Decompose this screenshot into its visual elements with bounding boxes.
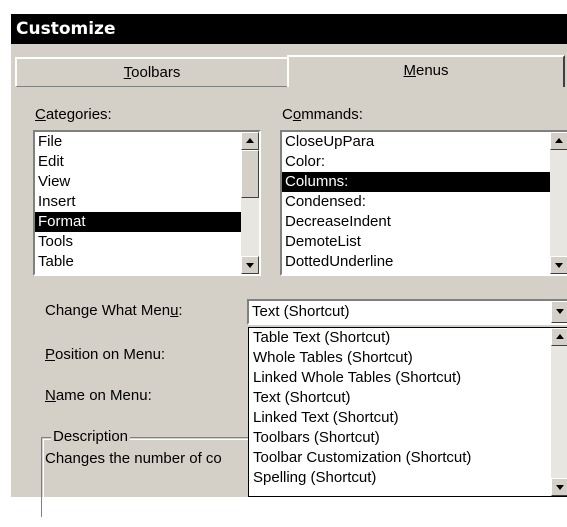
change-menu-combo[interactable]: Text (Shortcut)	[247, 299, 567, 325]
categories-scrollbar[interactable]	[241, 132, 259, 274]
scroll-thumb[interactable]	[241, 150, 259, 198]
arrow-up-icon	[556, 334, 564, 339]
categories-label: Categories:	[35, 106, 112, 123]
list-item[interactable]: File	[35, 132, 259, 152]
categories-listbox[interactable]: File Edit View Insert Format Tools Table	[33, 130, 261, 276]
arrow-up-icon	[246, 138, 254, 143]
scroll-down-button[interactable]	[241, 256, 259, 274]
tab-toolbars-label-rest: oolbars	[131, 64, 181, 81]
dropdown-scrollbar[interactable]	[551, 328, 567, 496]
arrow-down-icon	[556, 485, 564, 490]
description-title: Description	[51, 428, 131, 445]
dropdown-option[interactable]: Linked Whole Tables (Shortcut)	[249, 368, 567, 388]
tab-menus-label-rest: enus	[415, 62, 449, 79]
dropdown-option[interactable]: Whole Tables (Shortcut)	[249, 348, 567, 368]
list-item[interactable]: Tools	[35, 232, 259, 252]
scroll-up-button[interactable]	[550, 132, 567, 150]
arrow-down-icon	[246, 263, 254, 268]
list-item[interactable]: Table	[35, 252, 259, 272]
list-item[interactable]: DemoteList	[282, 232, 567, 252]
dropdown-option[interactable]: Toolbars (Shortcut)	[249, 428, 567, 448]
list-item[interactable]: Color:	[282, 152, 567, 172]
change-menu-value: Text (Shortcut)	[252, 303, 350, 320]
arrow-down-icon	[555, 263, 563, 268]
scroll-up-button[interactable]	[551, 328, 567, 346]
name-menu-label: Name on Menu:	[45, 387, 152, 404]
list-item[interactable]: Format	[35, 212, 259, 232]
tab-toolbars[interactable]: Toolbars	[15, 57, 287, 87]
commands-label: Commands:	[282, 106, 363, 123]
dropdown-option[interactable]: Table Text (Shortcut)	[249, 328, 567, 348]
tab-menus-accel: M	[403, 62, 416, 79]
list-item[interactable]: Insert	[35, 192, 259, 212]
scroll-up-button[interactable]	[241, 132, 259, 150]
description-groupbox	[41, 437, 271, 527]
list-item[interactable]: Edit	[35, 152, 259, 172]
chevron-down-icon	[556, 309, 564, 314]
description-text: Changes the number of co	[45, 450, 222, 467]
dropdown-option[interactable]: Spelling (Shortcut)	[249, 468, 567, 488]
customize-dialog: Toolbars Menus Categories: File Edit View I…	[11, 44, 567, 527]
window-title: Customize	[11, 14, 567, 44]
change-menu-dropdown[interactable]: Table Text (Shortcut) Whole Tables (Short…	[248, 327, 567, 497]
list-item[interactable]: Columns:	[282, 172, 567, 192]
dropdown-option[interactable]: Linked Text (Shortcut)	[249, 408, 567, 428]
list-item[interactable]: CloseUpPara	[282, 132, 567, 152]
commands-scrollbar[interactable]	[550, 132, 567, 274]
position-menu-label: Position on Menu:	[45, 346, 166, 363]
dropdown-button[interactable]	[551, 301, 567, 323]
change-menu-label: Change What Menu:	[45, 302, 183, 319]
dropdown-option[interactable]: Text (Shortcut)	[249, 388, 567, 408]
scroll-down-button[interactable]	[550, 256, 567, 274]
commands-listbox[interactable]: CloseUpPara Color: Columns: Condensed: Decre…	[280, 130, 567, 276]
list-item[interactable]: DottedUnderline	[282, 252, 567, 272]
scroll-down-button[interactable]	[551, 478, 567, 496]
dropdown-option[interactable]: Toolbar Customization (Shortcut)	[249, 448, 567, 468]
arrow-up-icon	[555, 138, 563, 143]
tab-menus[interactable]: Menus	[287, 55, 565, 87]
list-item[interactable]: DecreaseIndent	[282, 212, 567, 232]
list-item[interactable]: View	[35, 172, 259, 192]
list-item[interactable]: Condensed:	[282, 192, 567, 212]
